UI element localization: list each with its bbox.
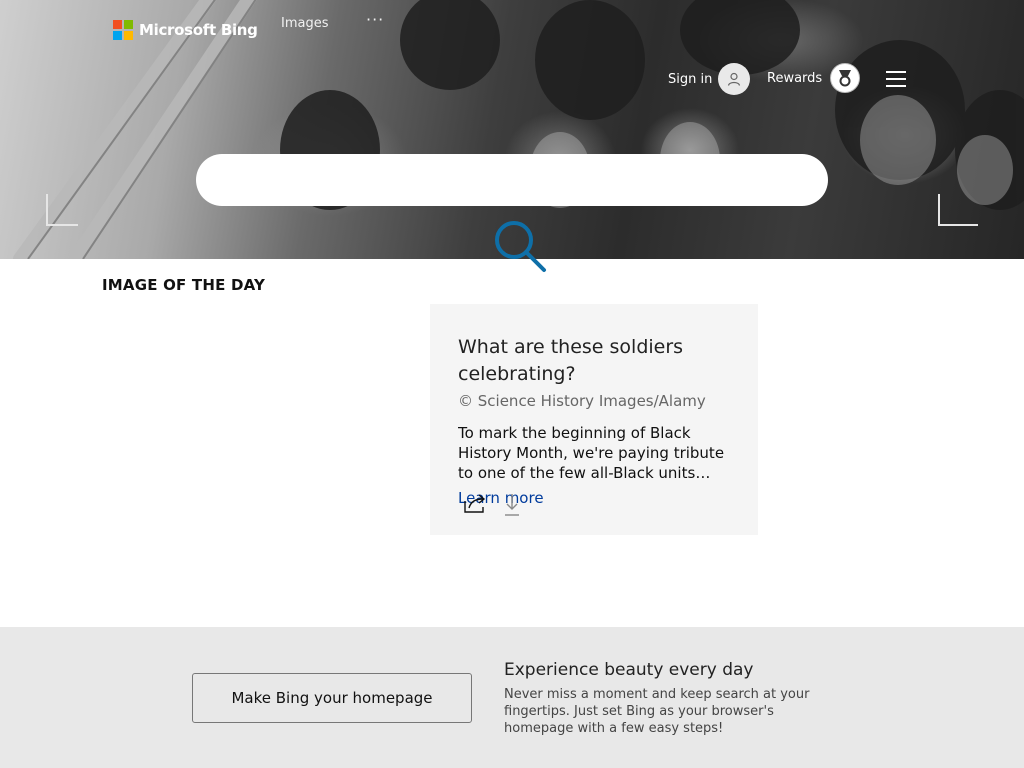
image-credit: © Science History Images/Alamy [458, 392, 706, 410]
image-title: What are these soldiers celebrating? [458, 336, 684, 385]
banner-text: Never miss a moment and keep search at y… [504, 687, 810, 736]
banner-title: Experience beauty every day [504, 660, 754, 680]
menu-icon[interactable] [886, 71, 906, 87]
nav-more-button[interactable]: ··· [366, 10, 384, 29]
download-icon[interactable] [503, 492, 521, 522]
brand-name: Microsoft Bing [139, 21, 258, 39]
microsoft-logo-icon [113, 20, 133, 40]
image-info-card: What are these soldiers celebrating? © S… [430, 304, 758, 535]
next-image-button[interactable] [938, 194, 978, 226]
make-homepage-button[interactable]: Make Bing your homepage [192, 673, 472, 723]
image-description: To mark the beginning of Black History M… [458, 424, 725, 482]
rewards-button[interactable]: Rewards [767, 63, 861, 93]
search-icon[interactable] [492, 218, 548, 278]
homepage-banner: Make Bing your homepage Experience beaut… [0, 627, 1024, 768]
sign-in-button[interactable]: Sign in [668, 63, 751, 95]
nav-images-link[interactable]: Images [281, 16, 329, 31]
user-icon [718, 63, 751, 95]
rewards-label: Rewards [767, 70, 823, 86]
rewards-medal-icon [830, 63, 861, 93]
share-icon[interactable] [462, 492, 488, 518]
previous-image-button[interactable] [46, 194, 78, 226]
bing-logo[interactable]: Microsoft Bing [113, 20, 258, 40]
sign-in-label: Sign in [668, 71, 713, 87]
search-input[interactable] [196, 154, 828, 206]
image-of-the-day-heading: IMAGE OF THE DAY [102, 276, 266, 294]
